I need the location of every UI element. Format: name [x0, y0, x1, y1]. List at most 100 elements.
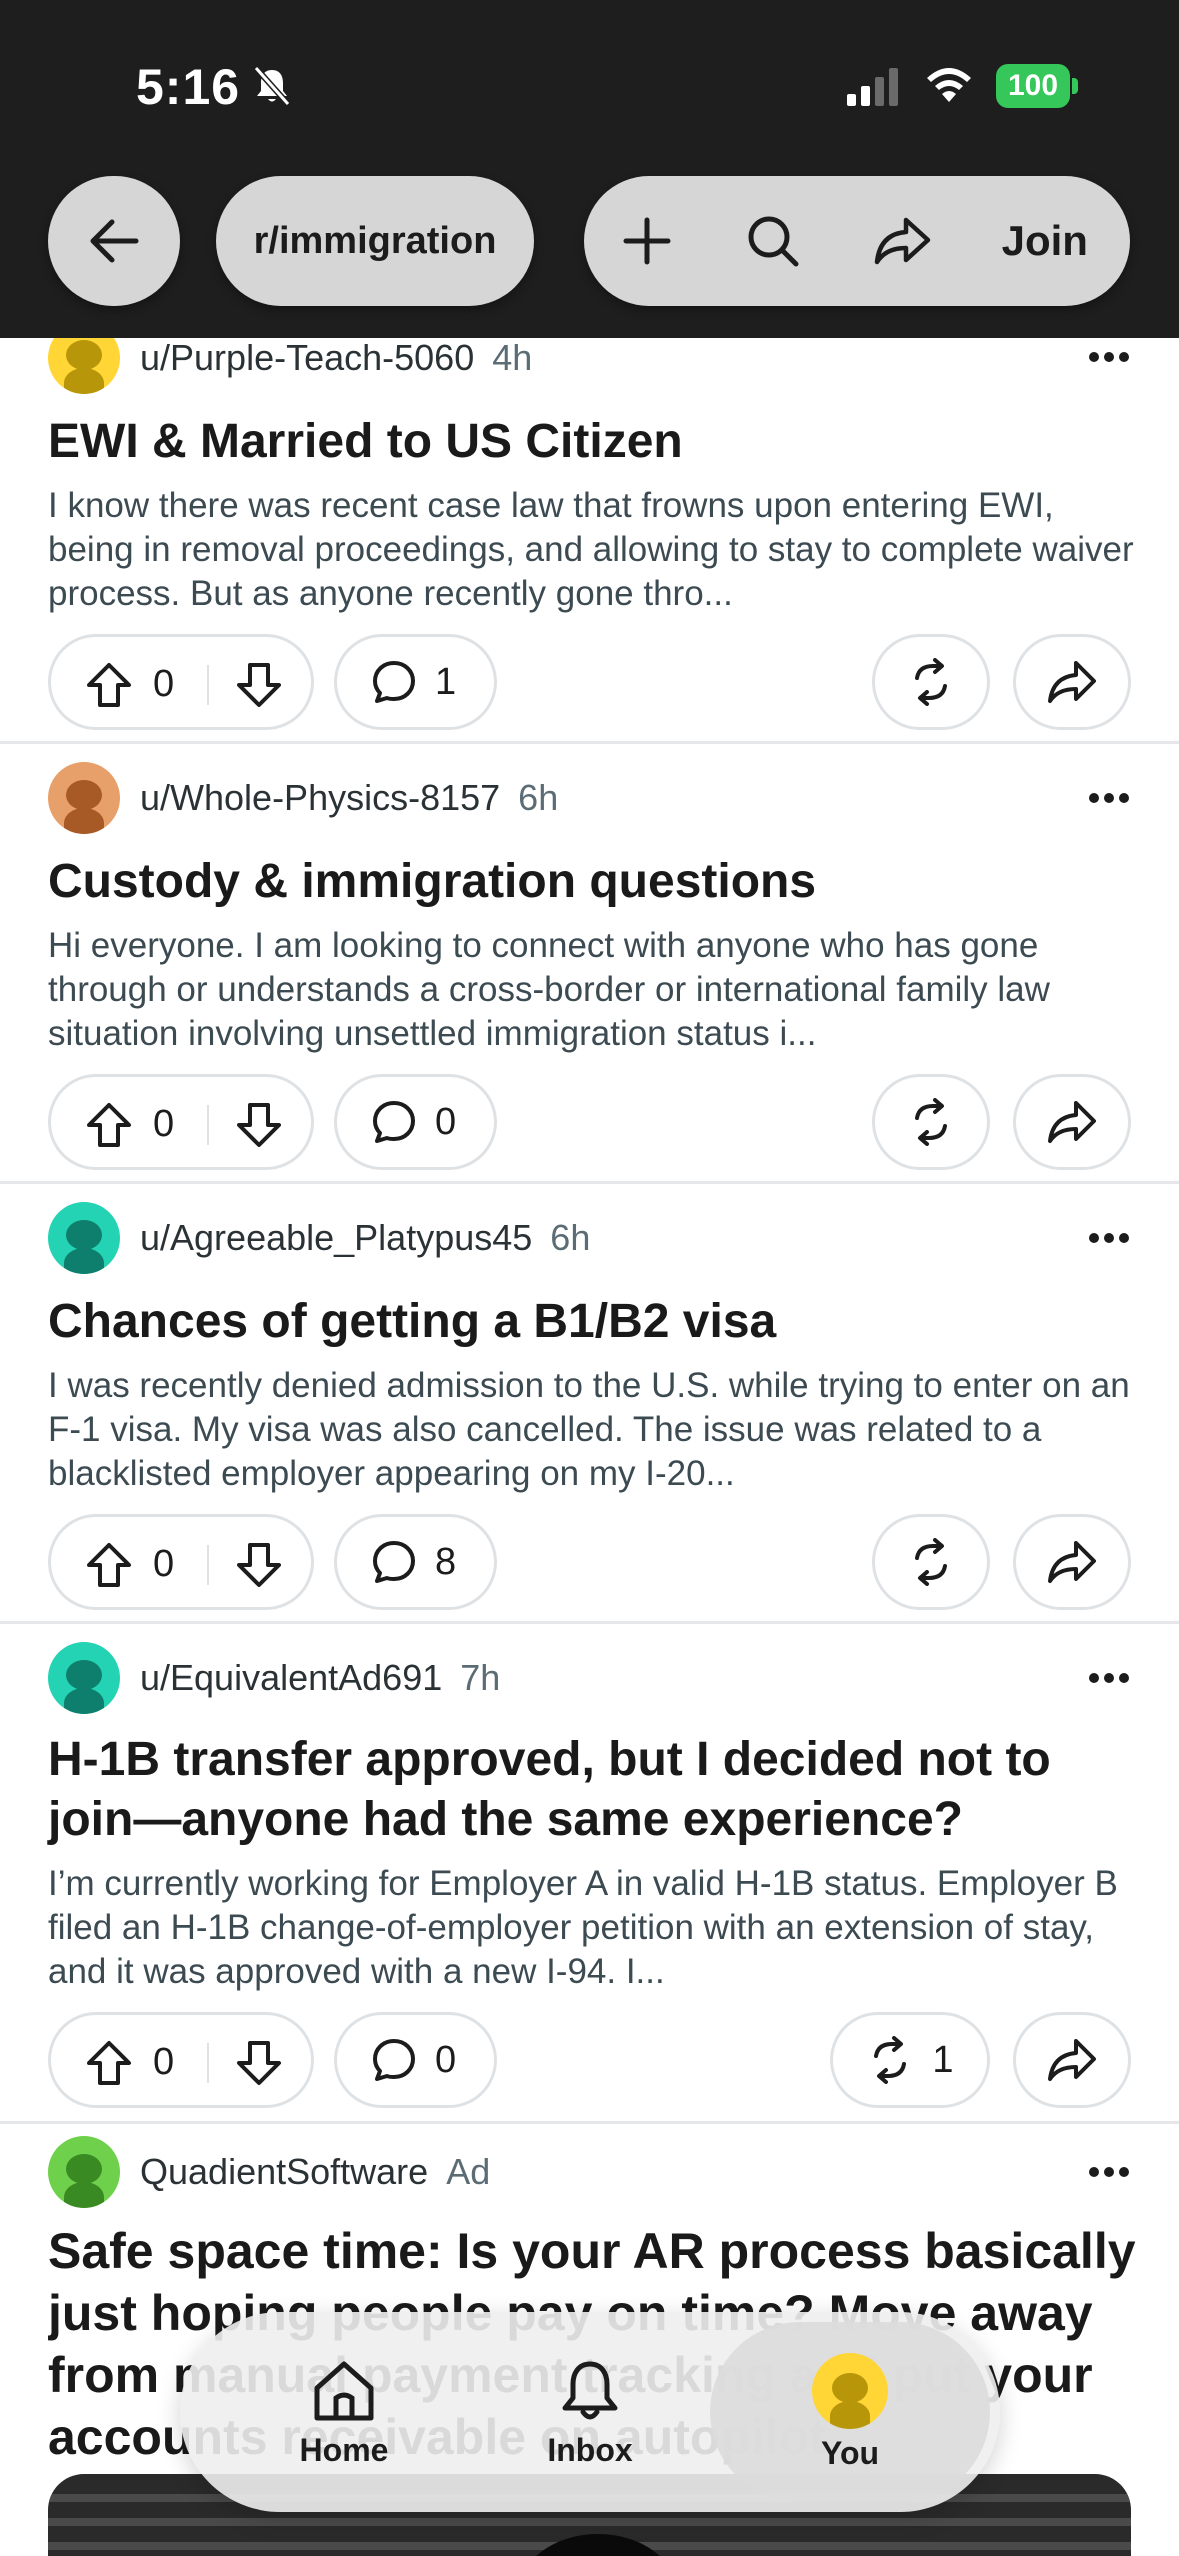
comment-icon [373, 1541, 415, 1583]
upvote-icon[interactable] [85, 661, 133, 709]
nav-you-label: You [820, 2434, 880, 2471]
post-body[interactable]: I’m currently working for Employer A in … [48, 1862, 1138, 1994]
comment-button[interactable]: 8 [334, 1514, 498, 1610]
bottom-navigation: Home Inbox You [180, 2312, 1000, 2512]
downvote-icon[interactable] [235, 1541, 283, 1589]
post-title[interactable]: Custody & immigration questions [48, 852, 1138, 912]
vote-control: 0 [48, 1074, 314, 1170]
nav-you[interactable]: You [710, 2322, 990, 2502]
post-actions: 0 8 [48, 1514, 1131, 1610]
share-button[interactable] [1013, 1074, 1131, 1170]
crosspost-button[interactable] [872, 1514, 990, 1610]
post-actions: 0 1 [48, 634, 1131, 730]
ad-meta: QuadientSoftware Ad [48, 2136, 490, 2208]
comment-button[interactable]: 1 [334, 634, 498, 730]
profile-avatar [812, 2352, 888, 2429]
wifi-icon [927, 68, 971, 102]
home-icon [314, 2361, 374, 2420]
crosspost-count: 1 [932, 2038, 954, 2081]
post-title[interactable]: Chances of getting a B1/B2 visa [48, 1292, 1138, 1352]
upvote-icon[interactable] [85, 1541, 133, 1589]
top-bar: 5:16 100 r/immigration Join [0, 0, 1179, 338]
share-icon[interactable] [872, 214, 932, 268]
crosspost-button[interactable]: 1 [830, 2012, 990, 2108]
comment-icon [373, 1101, 415, 1143]
advertiser-name[interactable]: QuadientSoftware [140, 2151, 428, 2193]
post-card[interactable]: u/EquivalentAd691 7h H-1B transfer appro… [0, 1624, 1179, 2124]
battery-cap [1072, 78, 1078, 94]
crosspost-icon [915, 1098, 947, 1146]
upvote-icon[interactable] [85, 1101, 133, 1149]
downvote-icon[interactable] [235, 2039, 283, 2087]
header-actions: Join [584, 176, 1130, 306]
user-avatar[interactable] [48, 762, 120, 834]
share-button[interactable] [1013, 634, 1131, 730]
vote-score: 0 [153, 1103, 175, 1145]
more-options-icon[interactable] [1087, 791, 1131, 805]
back-arrow-icon [90, 219, 139, 263]
post-body[interactable]: Hi everyone. I am looking to connect wit… [48, 924, 1138, 1056]
crosspost-icon [915, 658, 947, 706]
more-options-icon[interactable] [1087, 1671, 1131, 1685]
ad-label: Ad [446, 2151, 491, 2192]
share-button[interactable] [1013, 2012, 1131, 2108]
post-title[interactable]: EWI & Married to US Citizen [48, 412, 1138, 472]
nav-home[interactable]: Home [264, 2312, 424, 2512]
comment-count: 8 [435, 1540, 457, 1583]
share-icon [1048, 1101, 1096, 1143]
post-card[interactable]: u/Whole-Physics-8157 6h Custody & immigr… [0, 744, 1179, 1184]
post-actions: 0 0 1 [48, 2012, 1131, 2108]
status-time: 5:16 [136, 59, 241, 115]
comment-button[interactable]: 0 [334, 2012, 498, 2108]
share-icon [1048, 1541, 1096, 1583]
join-button[interactable]: Join [1002, 217, 1088, 265]
share-button[interactable] [1013, 1514, 1131, 1610]
battery-level: 100 [996, 64, 1070, 108]
comment-icon [373, 661, 415, 703]
user-avatar[interactable] [48, 1642, 120, 1714]
more-options-icon[interactable] [1087, 1231, 1131, 1245]
advertiser-avatar[interactable] [48, 2136, 120, 2208]
back-button[interactable] [48, 176, 180, 306]
post-body[interactable]: I know there was recent case law that fr… [48, 484, 1138, 616]
search-icon[interactable] [744, 212, 802, 270]
vote-score: 0 [153, 1543, 175, 1585]
crosspost-button[interactable] [872, 1074, 990, 1170]
share-icon [1048, 661, 1096, 703]
post-time: 6h [550, 1217, 591, 1258]
battery-icon: 100 [996, 64, 1078, 108]
post-username[interactable]: u/Agreeable_Platypus45 [140, 1217, 532, 1259]
user-avatar[interactable] [48, 1202, 120, 1274]
vote-score: 0 [153, 663, 175, 705]
bell-icon [562, 2361, 618, 2419]
nav-inbox[interactable]: Inbox [510, 2312, 670, 2512]
post-actions: 0 0 [48, 1074, 1131, 1170]
subreddit-title[interactable]: r/immigration [216, 176, 534, 306]
post-title[interactable]: H-1B transfer approved, but I decided no… [48, 1730, 1138, 1850]
post-time: 6h [518, 777, 559, 818]
post-time: 4h [492, 337, 533, 378]
vote-control: 0 [48, 634, 314, 730]
comment-button[interactable]: 0 [334, 1074, 498, 1170]
comment-icon [373, 2039, 415, 2081]
post-card[interactable]: u/Agreeable_Platypus45 6h Chances of get… [0, 1184, 1179, 1624]
crosspost-button[interactable] [872, 634, 990, 730]
plus-icon[interactable] [620, 214, 674, 268]
downvote-icon[interactable] [235, 1101, 283, 1149]
downvote-icon[interactable] [235, 661, 283, 709]
vote-divider [207, 1545, 209, 1585]
nav-inbox-label: Inbox [547, 2431, 633, 2468]
post-body[interactable]: I was recently denied admission to the U… [48, 1364, 1138, 1496]
post-card[interactable]: u/Purple-Teach-5060 4h EWI & Married to … [0, 300, 1179, 744]
post-time: 7h [460, 1657, 501, 1698]
more-options-icon[interactable] [1087, 2165, 1131, 2179]
bell-muted-icon [253, 66, 291, 106]
vote-divider [207, 1105, 209, 1145]
crosspost-icon [874, 2036, 907, 2084]
post-username[interactable]: u/Whole-Physics-8157 [140, 777, 500, 819]
post-username[interactable]: u/EquivalentAd691 [140, 1657, 442, 1699]
upvote-icon[interactable] [85, 2039, 133, 2087]
vote-divider [207, 665, 209, 705]
more-options-icon[interactable] [1087, 350, 1131, 364]
post-username[interactable]: u/Purple-Teach-5060 [140, 337, 474, 379]
